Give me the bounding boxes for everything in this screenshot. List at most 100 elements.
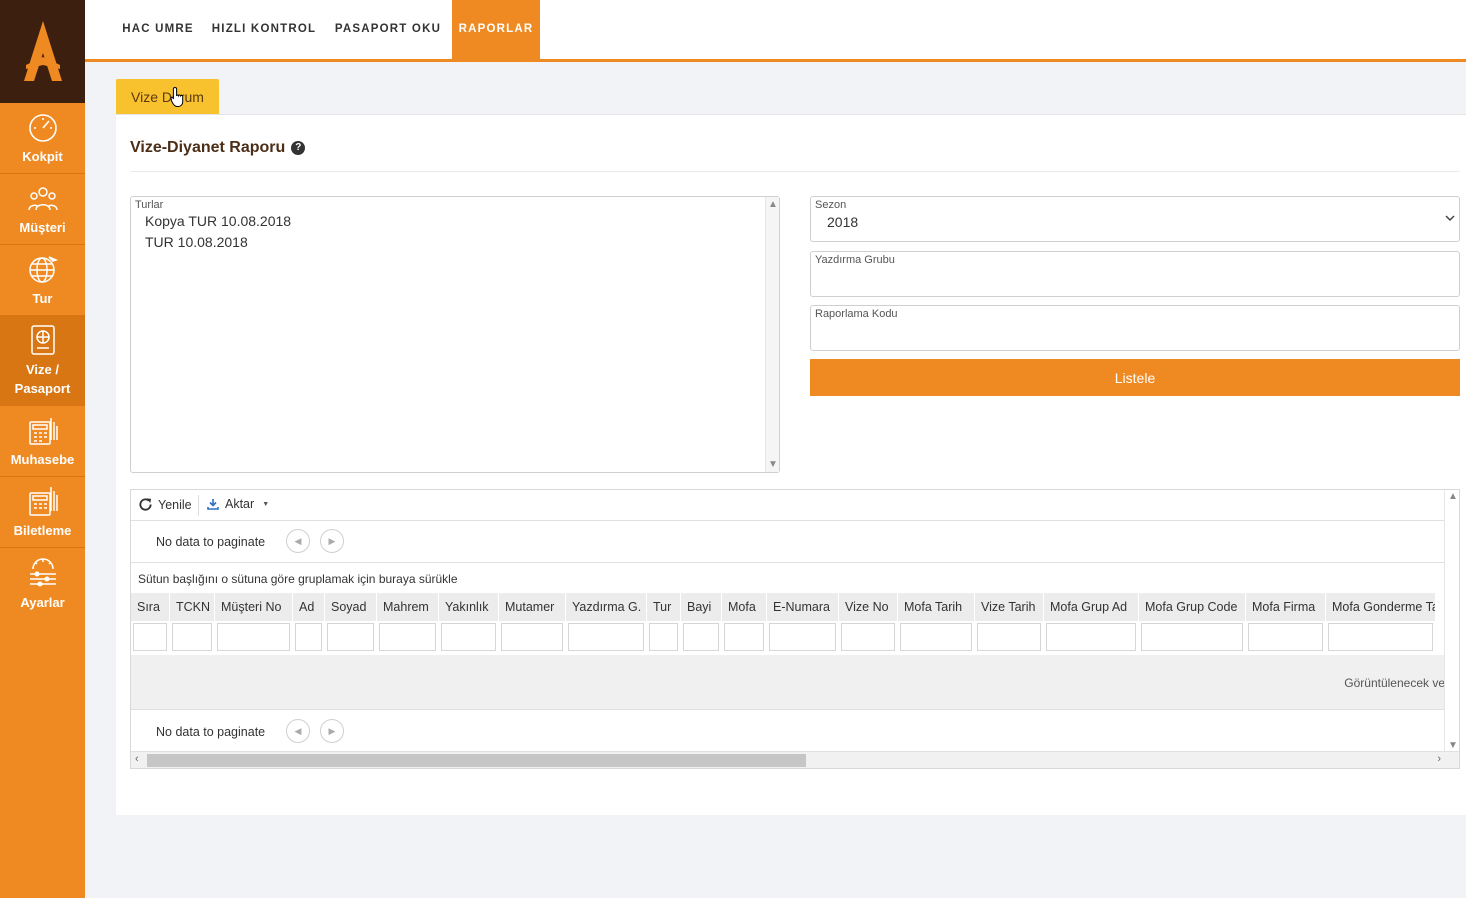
- group-panel[interactable]: Sütun başlığını o sütuna göre gruplamak …: [131, 562, 1445, 593]
- passport-icon: [26, 323, 60, 357]
- column-filter-input[interactable]: [1141, 623, 1243, 651]
- grid-empty-area: Görüntülenecek ve: [131, 655, 1445, 710]
- export-button[interactable]: Aktar ▼: [207, 497, 269, 511]
- sidebar-item-vize-pasaport[interactable]: Vize / Pasaport: [0, 316, 85, 406]
- tab-vize-durum[interactable]: Vize Durum: [116, 79, 219, 114]
- column-header[interactable]: Yazdırma G.: [566, 593, 647, 621]
- column-header[interactable]: Vize No: [839, 593, 898, 621]
- help-icon[interactable]: ?: [291, 141, 306, 155]
- column-filter-input[interactable]: [900, 623, 972, 651]
- filter-cell: [1246, 621, 1326, 655]
- sidebar: Kokpit Müşteri Tur Vize / Pasaport Muhas…: [0, 0, 85, 898]
- tab-hac-umre[interactable]: HAC UMRE: [118, 0, 198, 59]
- scroll-right-icon[interactable]: ›: [1437, 753, 1441, 765]
- scrollbar-thumb[interactable]: [147, 754, 806, 767]
- sidebar-item-muhasebe[interactable]: Muhasebe: [0, 406, 85, 477]
- pager-bottom: No data to paginate ◀ ▶: [131, 711, 1445, 752]
- scroll-up-icon[interactable]: ▲: [1448, 491, 1458, 502]
- prev-page-icon[interactable]: ◀: [286, 529, 310, 553]
- column-header[interactable]: Müşteri No: [215, 593, 293, 621]
- column-header[interactable]: Mofa Grup Ad: [1044, 593, 1139, 621]
- column-filter-input[interactable]: [841, 623, 895, 651]
- column-filter-input[interactable]: [441, 623, 496, 651]
- mouse-cursor-icon: [170, 86, 186, 113]
- turlar-option[interactable]: Kopya TUR 10.08.2018: [145, 213, 291, 229]
- column-filter-input[interactable]: [1328, 623, 1433, 651]
- prev-page-icon[interactable]: ◀: [286, 719, 310, 743]
- settings-sliders-icon: [26, 556, 60, 590]
- grid-vertical-scrollbar[interactable]: ▲ ▼: [1444, 490, 1459, 752]
- column-header[interactable]: Mofa Tarih: [898, 593, 975, 621]
- column-filter-input[interactable]: [217, 623, 290, 651]
- column-header[interactable]: Mofa Gonderme Ta: [1326, 593, 1436, 621]
- next-page-icon[interactable]: ▶: [320, 529, 344, 553]
- column-filter-input[interactable]: [769, 623, 836, 651]
- turlar-label: Turlar: [135, 199, 164, 211]
- sidebar-item-ayarlar[interactable]: Ayarlar: [0, 548, 85, 619]
- scroll-down-icon[interactable]: ▼: [768, 459, 778, 470]
- raporlama-kodu-label: Raporlama Kodu: [815, 308, 898, 320]
- tab-pasaport-oku[interactable]: PASAPORT OKU: [332, 0, 444, 59]
- column-filter-input[interactable]: [327, 623, 374, 651]
- column-filter-input[interactable]: [172, 623, 212, 651]
- sezon-select[interactable]: Sezon 2018: [810, 196, 1460, 242]
- column-header[interactable]: Ad: [293, 593, 325, 621]
- tab-hizli-kontrol[interactable]: HIZLI KONTROL: [209, 0, 319, 59]
- refresh-button[interactable]: Yenile: [138, 497, 192, 512]
- sidebar-item-tur[interactable]: Tur: [0, 245, 85, 316]
- filter-cell: [898, 621, 975, 655]
- column-filter-input[interactable]: [501, 623, 563, 651]
- column-header[interactable]: Mahrem: [377, 593, 439, 621]
- tab-raporlar[interactable]: RAPORLAR: [452, 0, 540, 59]
- turlar-option[interactable]: TUR 10.08.2018: [145, 234, 248, 250]
- column-filter-input[interactable]: [683, 623, 719, 651]
- sidebar-item-kokpit[interactable]: Kokpit: [0, 103, 85, 174]
- column-header[interactable]: Tur: [647, 593, 681, 621]
- customers-icon: [26, 181, 60, 215]
- scroll-left-icon[interactable]: ‹: [135, 753, 139, 765]
- column-filter-input[interactable]: [649, 623, 678, 651]
- column-header[interactable]: Sıra: [131, 593, 170, 621]
- column-header[interactable]: E-Numara: [767, 593, 839, 621]
- sidebar-item-label: Muhasebe: [10, 452, 75, 467]
- column-header[interactable]: Mofa Grup Code: [1139, 593, 1246, 621]
- column-header[interactable]: Vize Tarih: [975, 593, 1044, 621]
- caret-down-icon: ▼: [262, 500, 270, 508]
- column-filter-input[interactable]: [379, 623, 436, 651]
- grid-horizontal-scrollbar[interactable]: ‹ ›: [131, 751, 1459, 768]
- column-header[interactable]: TCKN: [170, 593, 215, 621]
- column-filter-input[interactable]: [295, 623, 322, 651]
- column-header[interactable]: Mofa: [722, 593, 767, 621]
- next-page-icon[interactable]: ▶: [320, 719, 344, 743]
- filter-cell: [1326, 621, 1436, 655]
- column-filter-input[interactable]: [1248, 623, 1323, 651]
- sidebar-item-label: Vize / Pasaport: [14, 362, 71, 396]
- column-filter-input[interactable]: [977, 623, 1041, 651]
- column-filter-input[interactable]: [568, 623, 644, 651]
- column-filter-input[interactable]: [1046, 623, 1136, 651]
- filter-cell: [170, 621, 215, 655]
- scroll-up-icon[interactable]: ▲: [768, 199, 778, 210]
- column-header[interactable]: Mofa Firma: [1246, 593, 1326, 621]
- app-logo[interactable]: [0, 0, 85, 103]
- column-filter-input[interactable]: [724, 623, 764, 651]
- column-header[interactable]: Soyad: [325, 593, 377, 621]
- raporlama-kodu-field[interactable]: Raporlama Kodu: [810, 305, 1460, 351]
- sidebar-item-musteri[interactable]: Müşteri: [0, 174, 85, 245]
- report-panel: Vize-Diyanet Raporu ? Turlar Kopya TUR 1…: [116, 115, 1466, 815]
- filter-cell: [839, 621, 898, 655]
- column-filter-input[interactable]: [133, 623, 167, 651]
- filter-cell: [293, 621, 325, 655]
- scroll-down-icon[interactable]: ▼: [1448, 740, 1458, 751]
- column-header[interactable]: Yakınlık: [439, 593, 499, 621]
- filter-cell: [1044, 621, 1139, 655]
- listele-button[interactable]: Listele: [810, 359, 1460, 396]
- column-header[interactable]: Mutamer: [499, 593, 566, 621]
- sidebar-item-biletleme[interactable]: Biletleme: [0, 477, 85, 548]
- yazdirma-grubu-field[interactable]: Yazdırma Grubu: [810, 251, 1460, 297]
- filter-cell: [377, 621, 439, 655]
- listbox-scrollbar[interactable]: ▲ ▼: [765, 197, 779, 472]
- column-header[interactable]: Bayi: [681, 593, 722, 621]
- turlar-listbox[interactable]: Turlar Kopya TUR 10.08.2018 TUR 10.08.20…: [130, 196, 780, 473]
- ticketing-icon: [26, 484, 60, 518]
